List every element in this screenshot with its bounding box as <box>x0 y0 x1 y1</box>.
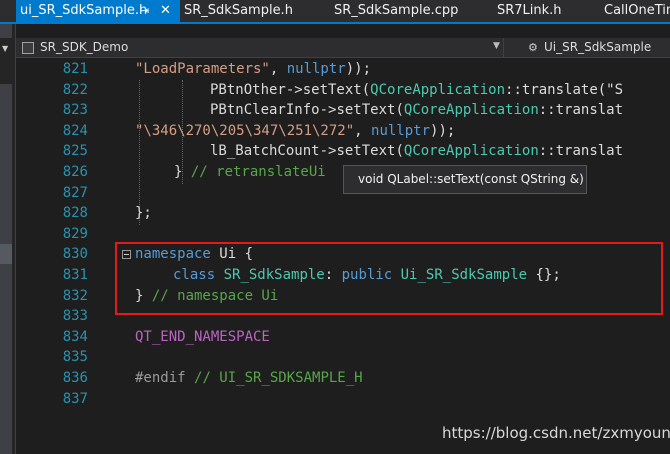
tab-label: SR_SdkSample.h <box>184 3 293 18</box>
line-number: 829 <box>62 225 88 242</box>
class-icon: ⚙ <box>528 41 538 54</box>
code-line-826: } // retranslateUi <box>174 164 326 180</box>
line-number: 834 <box>62 328 88 345</box>
annotation-highlight-box <box>115 242 663 315</box>
panel-block <box>0 84 12 244</box>
line-number: 821 <box>62 61 88 77</box>
line-number: 822 <box>62 81 88 98</box>
line-number: 827 <box>62 184 88 201</box>
symbol-name: Ui_SR_SdkSample <box>544 40 652 54</box>
tab-sr7link-h[interactable]: SR7Link.h <box>497 0 562 22</box>
tab-ui-sr-sdksample-h[interactable]: ui_SR_SdkSample.h ⇥ ✕ <box>16 0 180 22</box>
tab-label: SR7Link.h <box>497 3 562 18</box>
code-line-822: PBtnOther->setText(QCoreApplication::tra… <box>210 81 624 98</box>
code-line-821: "LoadParameters", nullptr)); <box>135 61 372 77</box>
panel-selected-item[interactable] <box>0 244 12 264</box>
line-number: 831 <box>62 267 88 283</box>
line-number: 832 <box>62 287 88 304</box>
panel-block <box>0 264 12 454</box>
watermark: https://blog.csdn.net/zxmyoung <box>442 424 670 442</box>
project-dropdown[interactable]: SR_SDK_Demo ▼ <box>16 38 504 58</box>
close-icon[interactable]: ✕ <box>160 0 171 22</box>
line-number: 825 <box>62 143 88 160</box>
symbol-dropdown[interactable]: ⚙ Ui_SR_SdkSample <box>524 38 670 58</box>
project-icon <box>22 42 34 54</box>
tab-callonetim[interactable]: CallOneTim <box>604 0 670 22</box>
tab-bar: ui_SR_SdkSample.h ⇥ ✕ SR_SdkSample.h SR_… <box>0 0 670 24</box>
line-number: 836 <box>62 370 88 386</box>
line-number: 830 <box>62 246 88 263</box>
line-number: 824 <box>62 122 88 139</box>
line-number: 835 <box>62 349 88 366</box>
code-line-828: }; <box>135 205 152 222</box>
code-line-825: lB_BatchCount->setText(QCoreApplication:… <box>210 143 624 160</box>
code-line-836: #endif // UI_SR_SDKSAMPLE_H <box>135 370 363 386</box>
tab-label: ui_SR_SdkSample.h <box>20 3 148 18</box>
code-line-823: PBtnClearInfo->setText(QCoreApplication:… <box>210 102 624 119</box>
line-number: 823 <box>62 102 88 119</box>
chevron-down-icon[interactable]: ▼ <box>2 44 8 53</box>
code-line-834: QT_END_NAMESPACE <box>135 328 270 345</box>
navigation-bar: SR_SDK_Demo ▼ ⚙ Ui_SR_SdkSample <box>16 38 670 58</box>
chevron-down-icon: ▼ <box>493 41 500 51</box>
line-number: 828 <box>62 205 88 222</box>
code-line-824: "\346\270\205\347\251\272", nullptr)); <box>135 122 456 139</box>
quickinfo-tooltip: void QLabel::setText(const QString &) <box>343 165 587 194</box>
tab-sr-sdksample-h[interactable]: SR_SdkSample.h <box>184 0 293 22</box>
project-name: SR_SDK_Demo <box>40 40 129 54</box>
line-number: 833 <box>62 308 88 325</box>
panel-block <box>0 24 12 38</box>
tab-sr-sdksample-cpp[interactable]: SR_SdkSample.cpp <box>334 0 458 22</box>
tab-label: CallOneTim <box>604 3 670 18</box>
line-number: 837 <box>62 390 88 407</box>
pin-icon[interactable]: ⇥ <box>140 0 149 22</box>
line-number: 826 <box>62 164 88 180</box>
tab-label: SR_SdkSample.cpp <box>334 3 459 18</box>
left-panel: ▼ <box>0 24 16 454</box>
